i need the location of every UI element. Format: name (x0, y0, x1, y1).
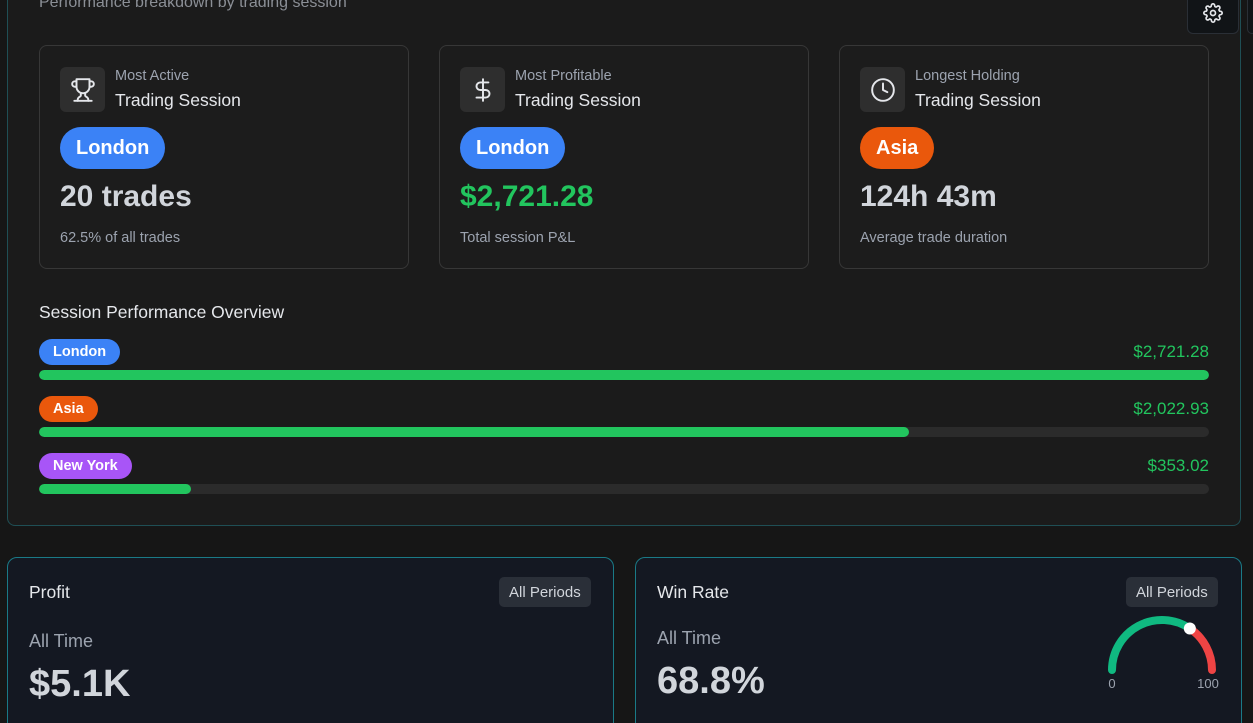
session-badge: London (460, 127, 566, 169)
trophy-icon (60, 67, 105, 112)
most-active-card: Most Active Trading Session London 20 tr… (39, 45, 409, 269)
gauge-bad-arc (1185, 624, 1216, 674)
progress-track (39, 427, 1209, 437)
card-note: Average trade duration (860, 230, 1008, 246)
session-amount: $2,721.28 (1133, 342, 1209, 361)
card-title: Trading Session (515, 90, 641, 110)
win-rate-title: Win Rate (657, 582, 729, 602)
most-profitable-card: Most Profitable Trading Session London $… (439, 45, 809, 269)
session-row-asia: Asia $2,022.93 (39, 396, 1209, 456)
progress-track (39, 370, 1209, 380)
card-note: 62.5% of all trades (60, 230, 181, 246)
progress-fill (39, 427, 910, 437)
gauge-good-arc (1108, 616, 1194, 674)
gauge-min-label: 0 (1108, 676, 1115, 691)
card-label: Most Active (115, 68, 190, 84)
session-badge: London (39, 339, 121, 365)
overview-title: Session Performance Overview (39, 302, 285, 322)
win-rate-value: 68.8% (657, 660, 765, 702)
card-note: Total session P&L (460, 230, 576, 246)
progress-fill (39, 370, 1209, 380)
progress-track (39, 484, 1209, 494)
win-rate-subtitle: All Time (657, 628, 722, 648)
session-row-london: London $2,721.28 (39, 339, 1209, 399)
profit-panel: Profit All Periods All Time $5.1K (7, 557, 614, 723)
card-title: Trading Session (115, 90, 241, 110)
gauge-marker (1183, 622, 1196, 635)
session-badge: Asia (860, 127, 935, 169)
gear-icon (1203, 3, 1223, 23)
profit-title: Profit (29, 582, 70, 602)
longest-holding-card: Longest Holding Trading Session Asia 124… (839, 45, 1209, 269)
dollar-icon (460, 67, 505, 112)
session-badge: Asia (39, 396, 98, 422)
win-rate-gauge: 0 100 (1108, 616, 1219, 691)
session-amount: $353.02 (1147, 456, 1209, 475)
toolbar-edge-button[interactable] (1247, 0, 1253, 34)
profit-period-button[interactable]: All Periods (499, 577, 591, 607)
win-rate-period-button[interactable]: All Periods (1126, 577, 1218, 607)
session-amount: $2,022.93 (1133, 399, 1209, 418)
session-badge: London (60, 127, 166, 169)
card-value: 20 trades (60, 180, 192, 213)
card-label: Longest Holding (915, 68, 1020, 84)
card-value: $2,721.28 (460, 180, 594, 213)
profit-value: $5.1K (29, 663, 131, 705)
session-row-new-york: New York $353.02 (39, 453, 1209, 513)
section-subtitle: Performance breakdown by trading session (39, 0, 347, 11)
card-label: Most Profitable (515, 68, 612, 84)
profit-subtitle: All Time (29, 631, 94, 651)
card-value: 124h 43m (860, 180, 997, 213)
progress-fill (39, 484, 192, 494)
gauge-max-label: 100 (1197, 676, 1219, 691)
card-title: Trading Session (915, 90, 1041, 110)
clock-icon (860, 67, 905, 112)
settings-button[interactable] (1187, 0, 1239, 34)
session-badge: New York (39, 453, 132, 479)
